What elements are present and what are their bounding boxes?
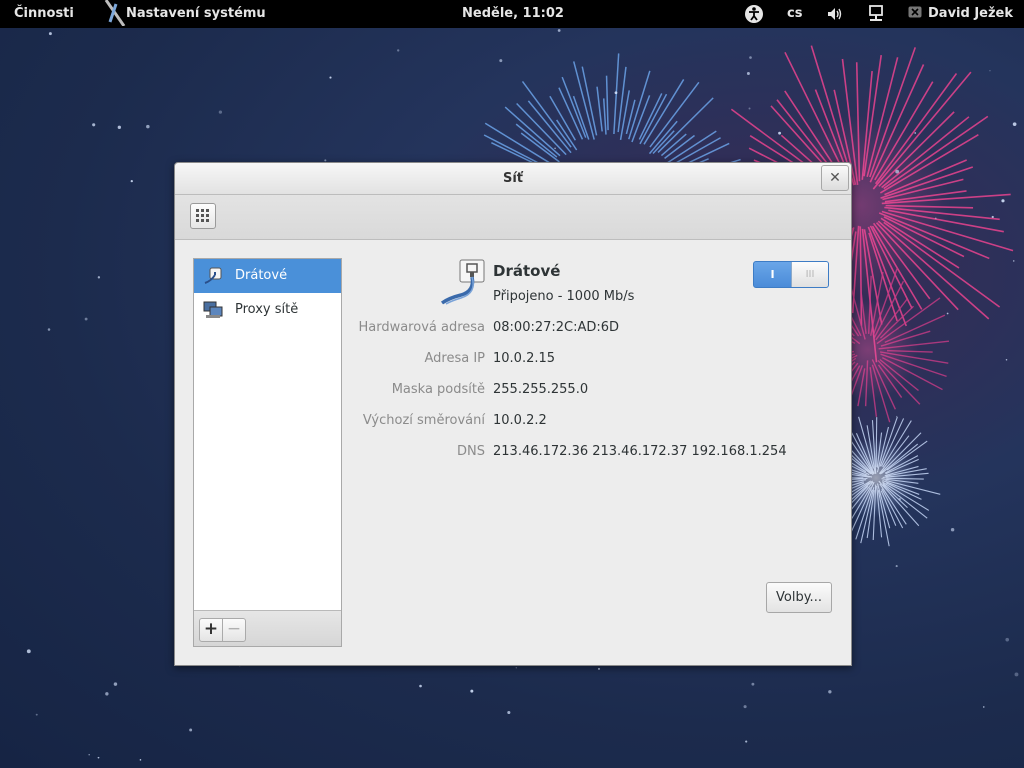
device-list: Drátové Proxy sítě + − (193, 258, 342, 647)
grid-icon (196, 209, 209, 222)
add-device-button[interactable]: + (199, 618, 223, 642)
sidebar-item-label: Drátové (235, 268, 288, 283)
detail-row-dns: DNS 213.46.172.36 213.46.172.37 192.168.… (355, 444, 835, 464)
detail-key: Hardwarová adresa (358, 320, 485, 335)
wired-network-icon (204, 267, 222, 284)
options-button[interactable]: Volby... (766, 582, 832, 613)
device-name: Drátové (493, 262, 561, 280)
detail-key: Adresa IP (424, 351, 485, 366)
user-menu[interactable]: David Ježek (908, 0, 1013, 28)
detail-key: Výchozí směrování (362, 413, 485, 428)
system-settings-icon (104, 0, 126, 26)
user-name: David Ježek (928, 6, 1014, 21)
keyboard-layout-indicator[interactable]: cs (787, 0, 802, 28)
switch-knob: III (791, 262, 828, 287)
toolbar (175, 195, 851, 240)
remove-device-button[interactable]: − (222, 618, 246, 642)
close-button[interactable]: ✕ (821, 165, 849, 191)
switch-on-label: I (770, 268, 775, 281)
detail-key: Maska podsítě (391, 382, 485, 397)
detail-row-default-route: Výchozí směrování 10.0.2.2 (355, 413, 835, 433)
sidebar-item-proxy[interactable]: Proxy sítě (194, 293, 341, 327)
accessibility-icon[interactable] (744, 0, 764, 28)
device-power-switch[interactable]: I III (753, 261, 829, 288)
detail-value: 10.0.2.2 (493, 413, 547, 428)
top-bar: Činnosti Nastavení systému Neděle, 11:02… (0, 0, 1024, 28)
detail-value: 255.255.255.0 (493, 382, 589, 397)
network-settings-window: Síť ✕ Drátové Proxy sítě + − Drátové Při… (174, 162, 852, 666)
wired-connection-icon (440, 259, 485, 305)
detail-row-subnet-mask: Maska podsítě 255.255.255.0 (355, 382, 835, 402)
network-icon[interactable] (868, 0, 884, 28)
detail-row-ip-address: Adresa IP 10.0.2.15 (355, 351, 835, 371)
detail-value: 10.0.2.15 (493, 351, 556, 366)
chat-icon (908, 6, 922, 18)
clock[interactable]: Neděle, 11:02 (462, 0, 564, 28)
sidebar-item-label: Proxy sítě (235, 302, 299, 317)
device-list-toolbar: + − (194, 610, 341, 646)
detail-row-hardware-address: Hardwarová adresa 08:00:27:2C:AD:6D (355, 320, 835, 340)
all-settings-button[interactable] (190, 203, 216, 229)
app-name: Nastavení systému (126, 6, 266, 21)
connection-status: Připojeno - 1000 Mb/s (493, 289, 635, 304)
activities-button[interactable]: Činnosti (14, 0, 74, 28)
detail-value: 08:00:27:2C:AD:6D (493, 320, 620, 335)
sidebar-item-wired[interactable]: Drátové (194, 259, 341, 293)
volume-icon[interactable] (826, 0, 844, 28)
window-title: Síť (175, 163, 851, 195)
network-proxy-icon (203, 301, 223, 318)
detail-value: 213.46.172.36 213.46.172.37 192.168.1.25… (493, 444, 787, 459)
detail-key: DNS (457, 444, 485, 459)
